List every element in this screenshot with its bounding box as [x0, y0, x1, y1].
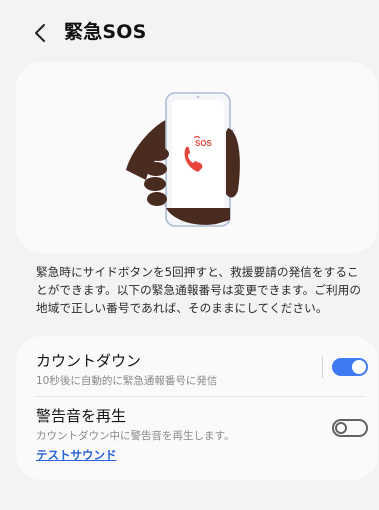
alarm-setting-row[interactable]: 警告音を再生 カウントダウン中に警告音を再生します。 テストサウンド — [16, 397, 378, 480]
chevron-left-icon — [35, 24, 45, 42]
countdown-setting-row[interactable]: カウントダウン 10秒後に自動的に緊急通報番号に発信 — [16, 336, 378, 396]
alarm-title: 警告音を再生 — [36, 407, 127, 425]
alarm-subtitle: カウントダウン中に警告音を再生します。 — [36, 430, 235, 442]
app-header: 緊急SOS — [0, 0, 379, 56]
illustration-card: SOS — [16, 62, 378, 253]
page-title: 緊急SOS — [64, 21, 147, 43]
toggle-separator — [322, 356, 323, 378]
toggle-knob — [335, 422, 347, 434]
toggle-knob — [352, 360, 366, 374]
sos-description: 緊急時にサイドボタンを5回押すと、救援要請の発信をすることができます。以下の緊急… — [36, 265, 362, 315]
alarm-toggle[interactable] — [332, 419, 368, 437]
test-sound-link[interactable]: テストサウンド — [36, 447, 117, 463]
back-button[interactable] — [30, 20, 52, 46]
sos-phone-illustration: SOS — [126, 92, 240, 227]
settings-card: カウントダウン 10秒後に自動的に緊急通報番号に発信 警告音を再生 カウントダウ… — [16, 336, 378, 480]
countdown-toggle[interactable] — [332, 358, 368, 376]
countdown-title: カウントダウン — [36, 352, 142, 370]
countdown-subtitle: 10秒後に自動的に緊急通報番号に発信 — [36, 375, 218, 387]
sos-label: SOS — [195, 139, 213, 148]
